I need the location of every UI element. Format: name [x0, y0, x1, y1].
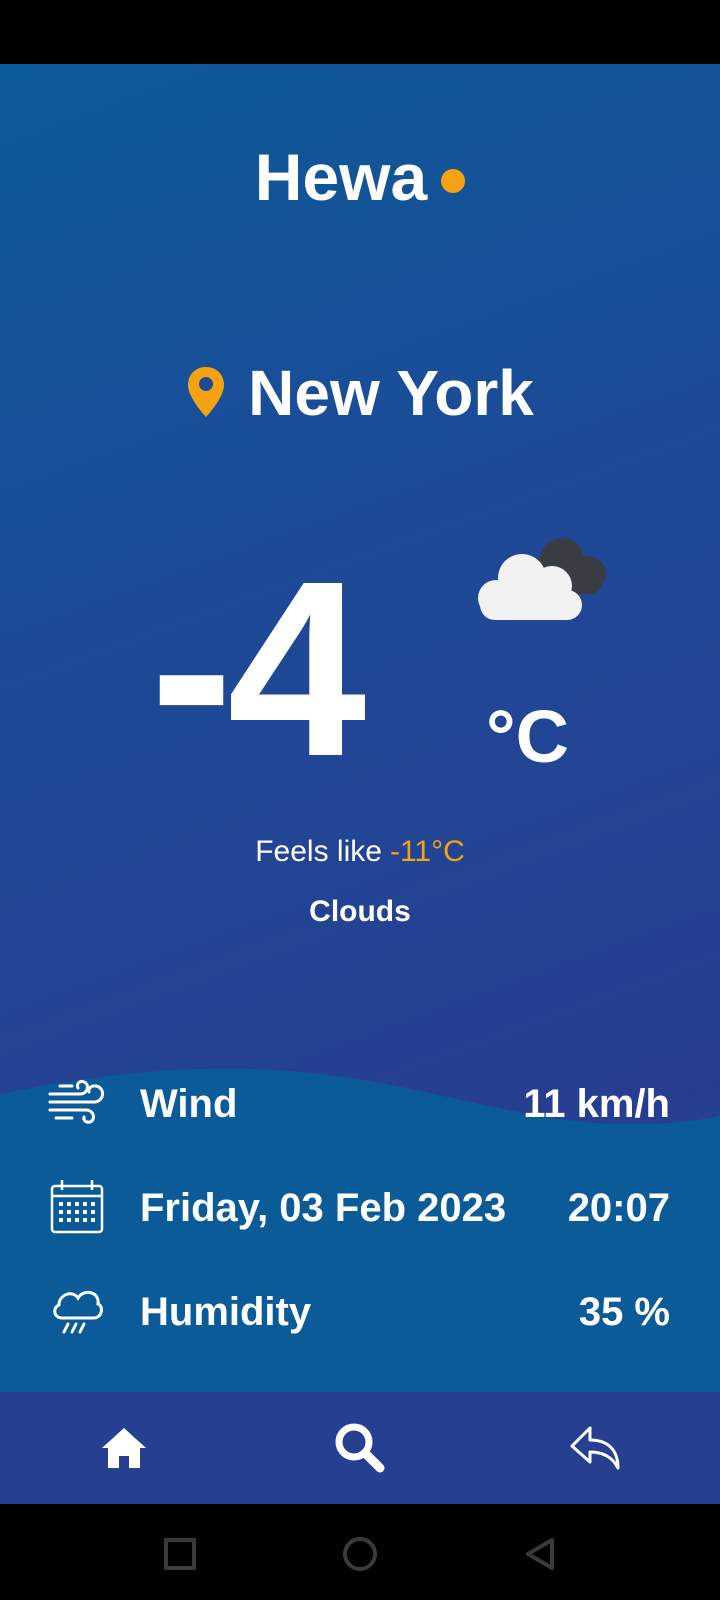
- back-triangle-icon[interactable]: [520, 1534, 560, 1574]
- humidity-label: Humidity: [140, 1290, 312, 1334]
- wind-icon: [48, 1080, 104, 1124]
- calendar-icon: [50, 1180, 104, 1234]
- app-title: Hewa: [0, 144, 720, 210]
- cloudy-icon: [478, 538, 606, 620]
- home-icon[interactable]: [94, 1418, 154, 1478]
- system-navigation-bar: [0, 1504, 720, 1600]
- wind-value: 11 km/h: [523, 1082, 670, 1126]
- status-bar: [0, 0, 720, 64]
- brand-dot-icon: [441, 168, 466, 193]
- feels-like-value: -11°C: [389, 835, 465, 868]
- home-circle-icon[interactable]: [340, 1534, 380, 1574]
- temperature-unit: °C: [486, 695, 570, 778]
- search-icon[interactable]: [330, 1418, 390, 1478]
- back-icon[interactable]: [566, 1418, 626, 1478]
- city-name: New York: [248, 357, 534, 429]
- brand-name: Hewa: [254, 140, 428, 214]
- feels-like: Feels like -11°C: [0, 834, 720, 870]
- temperature-value: -4: [150, 529, 366, 808]
- wind-row: Wind 11 km/h: [0, 1064, 720, 1144]
- date-row: Friday, 03 Feb 2023 20:07: [0, 1168, 720, 1248]
- location: New York: [0, 358, 720, 428]
- recents-icon[interactable]: [160, 1534, 200, 1574]
- bottom-nav: [0, 1392, 720, 1504]
- screen: Hewa New York -4 °C Feels like -11°C Clo…: [0, 0, 720, 1600]
- humidity-row: Humidity 35 %: [0, 1272, 720, 1352]
- weather-condition: Clouds: [309, 895, 411, 928]
- feels-like-label: Feels like: [255, 835, 382, 868]
- date-label: Friday, 03 Feb 2023: [140, 1186, 507, 1230]
- humidity-value: 35 %: [578, 1290, 670, 1334]
- weather-app: Hewa New York -4 °C Feels like -11°C Clo…: [0, 64, 720, 1504]
- location-pin-icon: [188, 367, 225, 418]
- humidity-icon: [53, 1290, 103, 1334]
- time-value: 20:07: [567, 1186, 670, 1230]
- wind-label: Wind: [140, 1082, 238, 1126]
